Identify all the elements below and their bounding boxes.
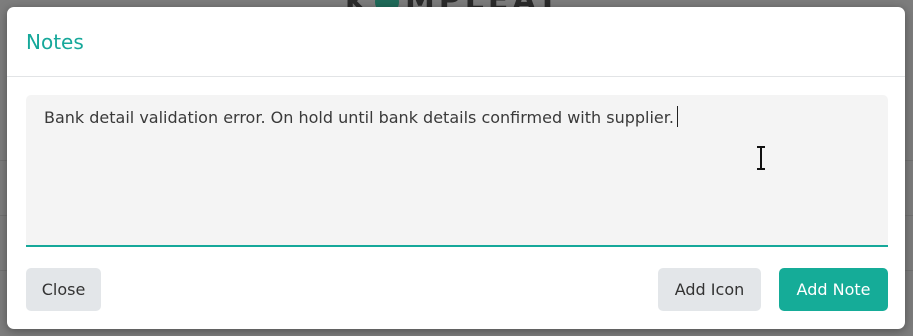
add-note-button[interactable]: Add Note	[779, 268, 888, 311]
note-text: Bank detail validation error. On hold un…	[44, 106, 678, 128]
modal-header: Notes	[7, 7, 905, 77]
note-textarea[interactable]: Bank detail validation error. On hold un…	[26, 95, 888, 247]
close-button[interactable]: Close	[26, 268, 101, 311]
text-caret	[676, 106, 678, 127]
notes-modal: Notes Bank detail validation error. On h…	[7, 7, 905, 329]
add-icon-button[interactable]: Add Icon	[658, 268, 761, 311]
note-text-content: Bank detail validation error. On hold un…	[44, 108, 674, 127]
modal-title: Notes	[26, 30, 84, 54]
ibeam-cursor-icon	[757, 146, 765, 170]
